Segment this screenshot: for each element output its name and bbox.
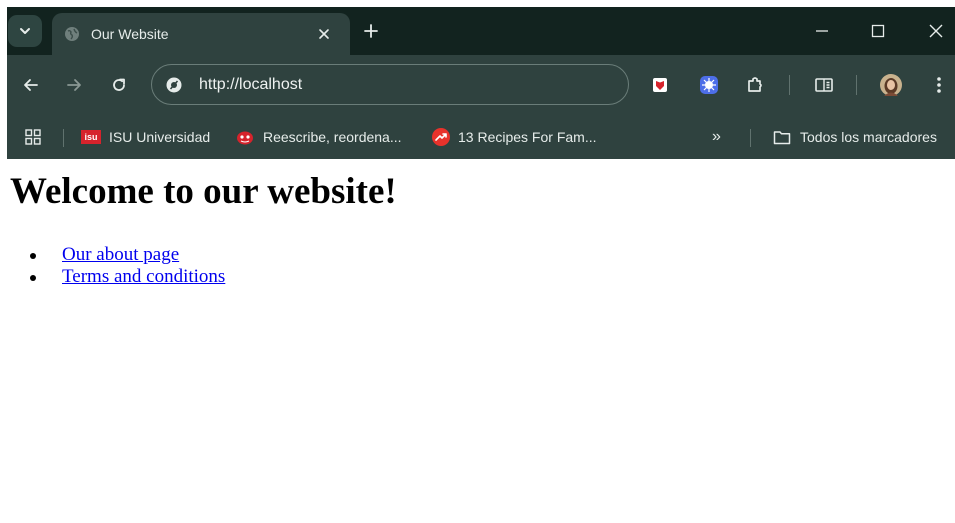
maximize-icon bbox=[871, 24, 885, 38]
toolbar-divider bbox=[856, 75, 857, 95]
bookmarks-bar: isu ISU Universidad Reescribe, reordena.… bbox=[7, 115, 955, 159]
menu-button[interactable] bbox=[927, 73, 951, 97]
tab-active[interactable]: Our Website bbox=[52, 13, 350, 55]
tab-bar: Our Website bbox=[7, 7, 955, 55]
sparkle-icon bbox=[700, 76, 718, 94]
extension-blue-button[interactable] bbox=[697, 73, 721, 97]
bookmarks-overflow-button[interactable]: » bbox=[712, 128, 721, 146]
toolbar: http://localhost bbox=[7, 55, 955, 115]
browser-window: Our Website http://localhost isu ISU Uni… bbox=[7, 7, 955, 159]
address-bar[interactable]: http://localhost bbox=[151, 64, 629, 105]
link-list: Our about page Terms and conditions bbox=[22, 244, 225, 288]
chevron-down-icon bbox=[20, 28, 30, 34]
bookmark-label: Reescribe, reordena... bbox=[263, 129, 402, 145]
overflow-chevron-icon: » bbox=[712, 128, 721, 145]
arrow-right-icon bbox=[67, 79, 81, 91]
bookmark-label: ISU Universidad bbox=[109, 129, 211, 145]
more-vertical-icon bbox=[937, 77, 941, 93]
bookmark-label: Todos los marcadores bbox=[800, 129, 937, 145]
all-bookmarks-folder[interactable]: Todos los marcadores bbox=[773, 128, 937, 146]
tab-title: Our Website bbox=[91, 26, 169, 42]
new-tab-button[interactable] bbox=[359, 19, 383, 43]
page-title: Welcome to our website! bbox=[10, 171, 397, 212]
minimize-icon bbox=[816, 30, 828, 32]
extension-mcafee-button[interactable] bbox=[648, 73, 672, 97]
bookmark-label: 13 Recipes For Fam... bbox=[458, 129, 597, 145]
toolbar-divider bbox=[789, 75, 790, 95]
forward-button[interactable] bbox=[60, 73, 88, 97]
isu-logo-icon: isu bbox=[81, 130, 101, 144]
site-info-button[interactable] bbox=[164, 75, 184, 95]
puzzle-icon bbox=[748, 77, 762, 92]
apps-button[interactable] bbox=[25, 128, 41, 146]
avatar-icon bbox=[880, 74, 902, 96]
about-page-link[interactable]: Our about page bbox=[62, 244, 179, 265]
close-icon bbox=[319, 29, 329, 39]
list-item: Terms and conditions bbox=[22, 266, 225, 288]
bookmark-reescribe[interactable]: Reescribe, reordena... bbox=[236, 128, 402, 146]
back-button[interactable] bbox=[17, 73, 45, 97]
reload-icon bbox=[113, 78, 125, 91]
trending-arrow-icon bbox=[432, 128, 450, 146]
tab-search-button[interactable] bbox=[8, 15, 42, 47]
globe-icon bbox=[65, 27, 79, 41]
bookmark-divider bbox=[63, 129, 64, 147]
terms-link[interactable]: Terms and conditions bbox=[62, 266, 225, 287]
list-item: Our about page bbox=[22, 244, 225, 266]
maximize-button[interactable] bbox=[863, 19, 893, 43]
shield-icon bbox=[653, 78, 667, 92]
bookmark-13-recipes[interactable]: 13 Recipes For Fam... bbox=[432, 128, 597, 146]
window-close-button[interactable] bbox=[921, 19, 951, 43]
reading-mode-button[interactable] bbox=[812, 73, 836, 97]
tab-close-button[interactable] bbox=[312, 22, 336, 46]
bookmark-divider bbox=[750, 129, 751, 147]
page-content: Welcome to our website! Our about page T… bbox=[0, 159, 955, 523]
site-info-icon bbox=[166, 77, 182, 93]
apps-grid-icon bbox=[25, 129, 41, 145]
arrow-left-icon bbox=[24, 79, 38, 91]
plus-icon bbox=[364, 24, 378, 38]
extensions-button[interactable] bbox=[743, 73, 767, 97]
minimize-button[interactable] bbox=[807, 19, 837, 43]
reload-button[interactable] bbox=[105, 73, 133, 97]
folder-icon bbox=[773, 130, 791, 144]
url-text: http://localhost bbox=[199, 76, 303, 93]
red-face-icon bbox=[237, 131, 253, 145]
profile-avatar[interactable] bbox=[879, 73, 903, 97]
book-icon bbox=[815, 78, 833, 92]
bookmark-isu-universidad[interactable]: isu ISU Universidad bbox=[81, 128, 210, 146]
close-icon bbox=[929, 24, 943, 38]
